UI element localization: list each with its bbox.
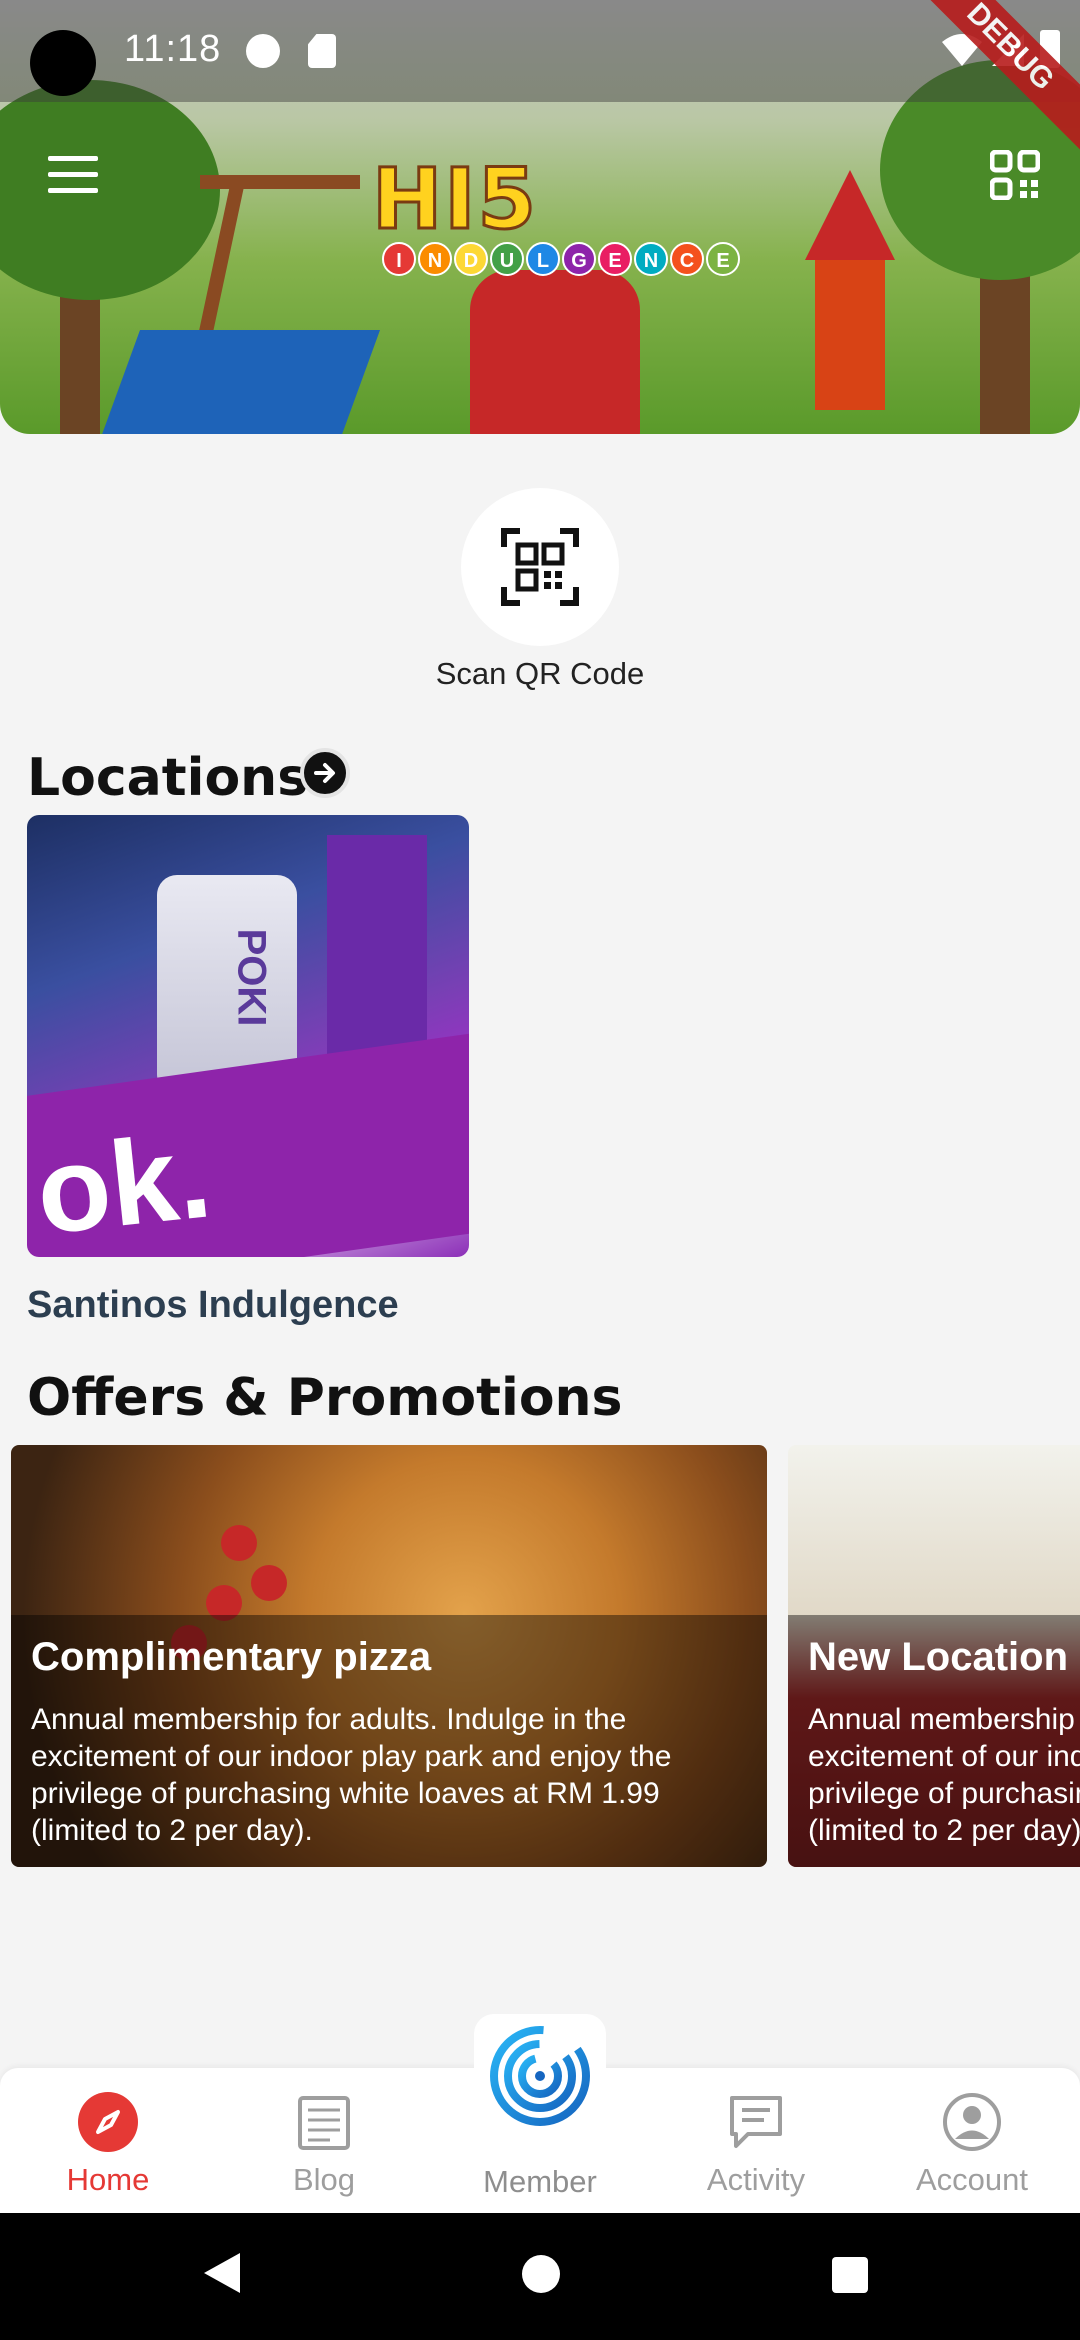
location-card[interactable]: POKI ok. [27, 815, 469, 1257]
app-logo: HI5 INDULGENCE [371, 149, 740, 280]
nav-home-label: Home [66, 2162, 150, 2197]
document-icon [298, 2096, 350, 2150]
offer-card[interactable]: New Location Annual membership for adult… [788, 1445, 1080, 1867]
nav-member[interactable] [474, 2014, 606, 2126]
locations-title: Locations [27, 748, 309, 808]
scan-qr-button[interactable] [461, 488, 619, 646]
menu-icon[interactable] [48, 156, 98, 194]
status-time: 11:18 [124, 28, 222, 70]
nav-account-label: Account [915, 2162, 1028, 2197]
offer-card[interactable]: Complimentary pizza Annual membership fo… [11, 1445, 767, 1867]
offer-description: Annual membership for adults. Indulge in… [31, 1703, 672, 1847]
swing-bar [200, 175, 360, 189]
status-bar: 11:18 [0, 0, 1080, 102]
location-name[interactable]: Santinos Indulgence [27, 1284, 399, 1327]
nav-activity[interactable]: Activity [648, 2068, 864, 2213]
red-slide [470, 270, 640, 434]
system-navigation-bar [0, 2213, 1080, 2340]
nav-activity-label: Activity [706, 2162, 806, 2197]
qr-code-icon[interactable] [990, 150, 1040, 200]
offer-title: Complimentary pizza [31, 1635, 432, 1679]
fingerprint-icon [490, 2026, 590, 2126]
chat-icon [730, 2096, 782, 2148]
nav-member-label: Member [483, 2164, 597, 2199]
qr-scan-icon [501, 528, 579, 606]
recent-apps-icon[interactable] [832, 2257, 868, 2293]
compass-icon [78, 2092, 138, 2152]
nav-blog[interactable]: Blog [216, 2068, 432, 2213]
arrow-right-icon [314, 763, 335, 783]
logo-letter: L [526, 242, 560, 276]
offer-title: New Location [808, 1635, 1069, 1679]
blue-slide [99, 330, 381, 434]
logo-letter: E [706, 242, 740, 276]
nav-account[interactable]: Account [864, 2068, 1080, 2213]
logo-letter: E [598, 242, 632, 276]
logo-letter: N [634, 242, 668, 276]
locations-more-button[interactable] [300, 748, 350, 798]
logo-letter: G [562, 242, 596, 276]
tomato-decoration [221, 1525, 257, 1561]
sd-card-icon [308, 34, 336, 68]
logo-title: HI5 [371, 149, 539, 250]
tree-left [0, 80, 220, 300]
logo-letter: I [382, 242, 416, 276]
location-image-mat-text: ok. [30, 1108, 217, 1257]
home-circle-icon[interactable] [522, 2255, 560, 2293]
logo-letter: D [454, 242, 488, 276]
play-tower [815, 260, 885, 410]
header-banner: 11:18 DEBUG HI5 INDULGENCE [0, 0, 1080, 434]
offers-title: Offers & Promotions [27, 1368, 623, 1428]
tower-roof [805, 170, 895, 260]
scan-qr-label: Scan QR Code [435, 656, 645, 691]
user-circle-icon [943, 2093, 1001, 2151]
notification-icon [246, 34, 280, 68]
location-image-text: POKI [229, 928, 274, 1027]
logo-letter: C [670, 242, 704, 276]
camera-cutout [30, 30, 96, 96]
logo-subtitle: INDULGENCE [382, 242, 740, 276]
location-image-pillar [327, 835, 427, 1065]
nav-home[interactable]: Home [0, 2068, 216, 2213]
offer-description: Annual membership for adults. Indulge in… [808, 1703, 1080, 1847]
back-icon[interactable] [204, 2253, 240, 2293]
logo-letter: U [490, 242, 524, 276]
logo-letter: N [418, 242, 452, 276]
tomato-decoration [251, 1565, 287, 1601]
nav-blog-label: Blog [292, 2162, 356, 2197]
